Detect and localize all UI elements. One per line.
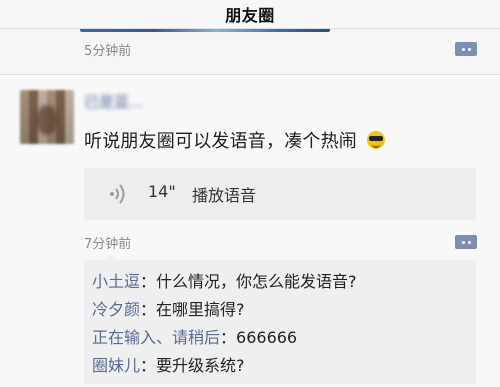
comment-author[interactable]: 小土逗 [92,272,140,291]
more-icon[interactable] [455,235,477,249]
comment-text: 在哪里搞得? [156,300,245,319]
voice-play-label: 播放语音 [192,186,257,205]
sunglasses-emoji-icon [366,131,385,149]
top-navigation-bar: 朋友圈 [0,0,500,29]
previous-post-time: 5分钟前 [84,44,132,59]
comment-separator: ： [140,300,157,319]
comments-panel: 小土逗：什么情况，你怎么能发语音? 冷夕颜：在哪里搞得? 正在输入、请稍后：66… [84,254,476,384]
comment-row: 冷夕颜：在哪里搞得? [92,296,245,320]
username-blurred[interactable]: 已是蓝... [84,91,143,111]
more-dot-icon [467,240,471,244]
comment-row: 正在输入、请稍后：666666 [92,324,297,348]
comment-author[interactable]: 圈妹儿 [92,356,140,375]
more-icon[interactable] [455,42,477,56]
post-text: 听说朋友圈可以发语音，凑个热闹 [84,127,385,153]
comment-author[interactable]: 正在输入、请稍后 [92,328,220,347]
smile-icon [371,142,380,148]
comment-separator: ： [220,328,237,347]
comment-row: 小土逗：什么情况，你怎么能发语音? [92,268,357,292]
comment-author[interactable]: 冷夕颜 [92,300,140,319]
more-dot-icon [461,240,465,244]
comment-separator: ： [140,272,157,291]
more-dot-icon [467,47,471,51]
glasses-icon [368,136,383,141]
comment-text: 什么情况，你怎么能发语音? [156,272,357,291]
post-time: 7分钟前 [84,237,132,252]
comment-text: 666666 [236,328,298,347]
previous-post-footer: 5分钟前 [0,32,500,74]
avatar-face [36,105,58,135]
voice-icon [110,184,125,204]
comment-separator: ： [140,356,157,375]
comment-row: 圈妹儿：要升级系统? [92,352,245,376]
post-text-content: 听说朋友圈可以发语音，凑个热闹 [84,131,357,152]
more-dot-icon [461,47,465,51]
comment-text: 要升级系统? [156,356,245,375]
page-title: 朋友圈 [225,6,275,25]
moment-post: 已是蓝... 听说朋友圈可以发语音，凑个热闹 14" 播放语音 7分钟前 小土逗… [0,75,500,387]
voice-message-card[interactable]: 14" 播放语音 [84,168,476,220]
voice-duration: 14" [148,182,176,201]
